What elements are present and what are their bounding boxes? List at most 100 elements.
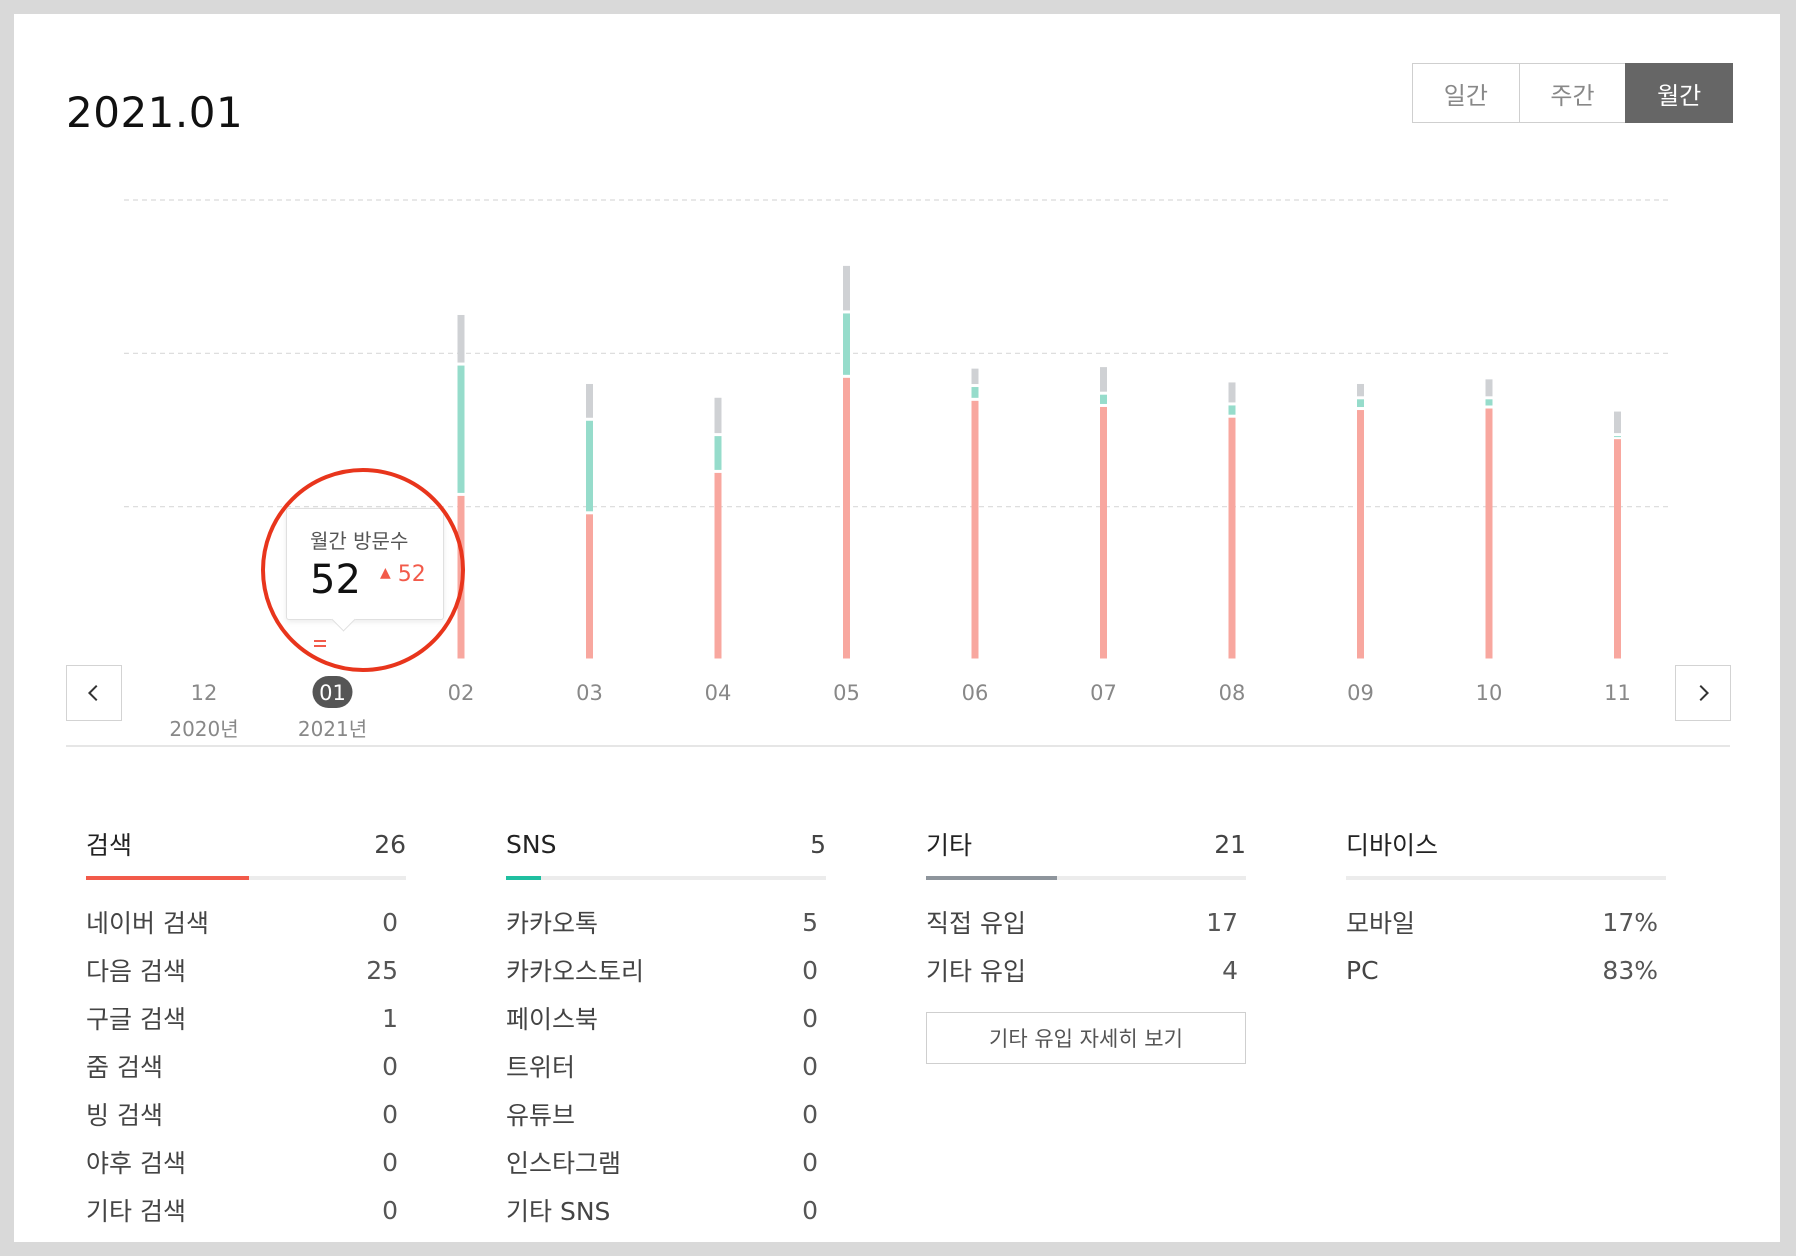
stats-row-value: 5 xyxy=(802,907,818,937)
stats-row-label: 기타 유입 xyxy=(926,957,1026,986)
tooltip-label: 월간 방문수 xyxy=(310,529,409,553)
bar-etc-09[interactable] xyxy=(1357,383,1364,397)
stats-card: 2021.01 일간 주간 월간 12 2020년 01 2021년 02 03 04 05 0… xyxy=(14,14,1780,1242)
stats-row-value: 0 xyxy=(382,1147,398,1177)
stats-row-value: 0 xyxy=(802,955,818,985)
bar-search-08[interactable] xyxy=(1228,417,1236,659)
stats-search: 검색 26 네이버 검색 0 다음 검색 25 구글 검색 1 줌 검색 0 빙 검색 0 야후 검… xyxy=(86,824,406,1234)
x-tick-label[interactable]: 10 xyxy=(1476,681,1503,705)
bar-search-09[interactable] xyxy=(1357,410,1364,659)
stats-sns-row: 페이스북 0 xyxy=(506,994,826,1042)
x-tick-label[interactable]: 04 xyxy=(705,681,732,705)
stats-etc-title: 기타 xyxy=(926,831,973,860)
x-tick-label[interactable]: 01 xyxy=(319,681,346,705)
bar-search-07[interactable] xyxy=(1100,406,1107,659)
stats-sns-bar-fill xyxy=(506,876,542,880)
bar-sns-03[interactable] xyxy=(586,420,593,512)
stats-search-bar xyxy=(86,876,406,880)
visits-tooltip: 월간 방문수 52 ▲ 52 xyxy=(286,508,444,620)
stats-etc-row: 기타 유입 4 xyxy=(926,946,1246,994)
stats-etc-row: 직접 유입 17 xyxy=(926,898,1246,946)
stats-sns: SNS 5 카카오톡 5 카카오스토리 0 페이스북 0 트위터 0 유튜브 0 인스타그램 0 기타 … xyxy=(506,824,826,1234)
traffic-stats: 검색 26 네이버 검색 0 다음 검색 25 구글 검색 1 줌 검색 0 빙 검색 0 야후 검… xyxy=(86,824,1746,1242)
stats-row-label: 트위터 xyxy=(506,1053,576,1082)
stats-row-label: 네이버 검색 xyxy=(86,909,209,938)
bar-sns-11[interactable] xyxy=(1614,436,1621,438)
selected-marker xyxy=(314,640,326,650)
x-tick-label[interactable]: 02 xyxy=(448,681,475,705)
stats-row-label: 야후 검색 xyxy=(86,1149,186,1178)
bar-sns-10[interactable] xyxy=(1485,399,1493,406)
divider xyxy=(66,745,1730,747)
bar-sns-09[interactable] xyxy=(1357,399,1364,408)
stats-search-row: 네이버 검색 0 xyxy=(86,898,406,946)
bar-search-06[interactable] xyxy=(971,400,979,659)
stats-sns-bar xyxy=(506,876,826,880)
bar-etc-10[interactable] xyxy=(1485,379,1493,397)
stats-row-value: 17% xyxy=(1602,907,1658,937)
up-triangle-icon: ▲ xyxy=(380,565,391,581)
x-tick-label[interactable]: 07 xyxy=(1090,681,1117,705)
stats-row-value: 0 xyxy=(802,1195,818,1225)
bar-sns-08[interactable] xyxy=(1228,405,1236,415)
stats-search-row: 구글 검색 1 xyxy=(86,994,406,1042)
stats-row-label: 페이스북 xyxy=(506,1005,599,1034)
bar-etc-06[interactable] xyxy=(971,368,979,385)
stats-device: 디바이스 모바일 17% PC 83% xyxy=(1346,824,1666,994)
prev-period-button[interactable] xyxy=(66,665,122,721)
stats-row-label: 인스타그램 xyxy=(506,1149,622,1178)
bar-sns-06[interactable] xyxy=(971,387,979,398)
stats-search-row: 다음 검색 25 xyxy=(86,946,406,994)
bar-search-05[interactable] xyxy=(843,377,850,659)
stats-etc-bar-fill xyxy=(926,876,1058,880)
stats-sns-total: 5 xyxy=(810,829,826,859)
stats-row-label: 모바일 xyxy=(1346,909,1416,938)
stats-row-value: 0 xyxy=(382,1051,398,1081)
stats-search-row: 빙 검색 0 xyxy=(86,1090,406,1138)
stats-row-value: 1 xyxy=(382,1003,398,1033)
bar-sns-04[interactable] xyxy=(714,436,722,470)
etc-detail-button[interactable]: 기타 유입 자세히 보기 xyxy=(926,1012,1246,1064)
x-tick-label[interactable]: 08 xyxy=(1219,681,1246,705)
x-tick-label[interactable]: 05 xyxy=(833,681,860,705)
stats-etc-bar xyxy=(926,876,1246,880)
x-tick-label[interactable]: 06 xyxy=(962,681,989,705)
stats-sns-row: 기타 SNS 0 xyxy=(506,1186,826,1234)
stats-row-value: 0 xyxy=(802,1003,818,1033)
stats-row-label: 구글 검색 xyxy=(86,1005,186,1034)
bar-etc-05[interactable] xyxy=(843,265,850,311)
stats-device-title: 디바이스 xyxy=(1346,831,1439,860)
bar-etc-11[interactable] xyxy=(1614,411,1621,434)
x-tick-label[interactable]: 11 xyxy=(1604,681,1631,705)
chevron-right-icon xyxy=(1699,684,1710,702)
bar-etc-08[interactable] xyxy=(1228,382,1236,403)
bar-search-03[interactable] xyxy=(586,514,593,659)
stats-row-label: 기타 검색 xyxy=(86,1197,186,1226)
stats-row-value: 0 xyxy=(382,1099,398,1129)
stats-sns-row: 카카오스토리 0 xyxy=(506,946,826,994)
x-tick-label[interactable]: 03 xyxy=(576,681,603,705)
stats-search-row: 줌 검색 0 xyxy=(86,1042,406,1090)
x-year-label: 2021년 xyxy=(298,717,367,741)
bar-sns-05[interactable] xyxy=(843,313,850,375)
stats-etc-total: 21 xyxy=(1214,829,1246,859)
bar-etc-03[interactable] xyxy=(586,383,593,418)
bar-sns-02[interactable] xyxy=(457,365,465,493)
visits-chart-svg: 12 2020년 01 2021년 02 03 04 05 06 07 08 09 10 11 xyxy=(124,199,1670,741)
stats-row-label: 빙 검색 xyxy=(86,1101,163,1130)
bar-etc-07[interactable] xyxy=(1100,367,1107,392)
bar-etc-02[interactable] xyxy=(457,314,465,363)
stats-row-label: 유튜브 xyxy=(506,1101,576,1130)
bar-search-11[interactable] xyxy=(1614,439,1621,659)
bar-search-04[interactable] xyxy=(714,472,722,659)
bar-search-02[interactable] xyxy=(457,495,465,659)
x-tick-label[interactable]: 09 xyxy=(1347,681,1374,705)
next-period-button[interactable] xyxy=(1675,665,1731,721)
bar-sns-07[interactable] xyxy=(1100,394,1107,404)
bar-search-10[interactable] xyxy=(1485,408,1493,659)
x-tick-label[interactable]: 12 xyxy=(191,681,218,705)
stats-row-label: PC xyxy=(1346,955,1379,985)
tooltip-change-value: 52 xyxy=(397,562,426,587)
stats-row-value: 0 xyxy=(802,1099,818,1129)
bar-etc-04[interactable] xyxy=(714,397,722,434)
